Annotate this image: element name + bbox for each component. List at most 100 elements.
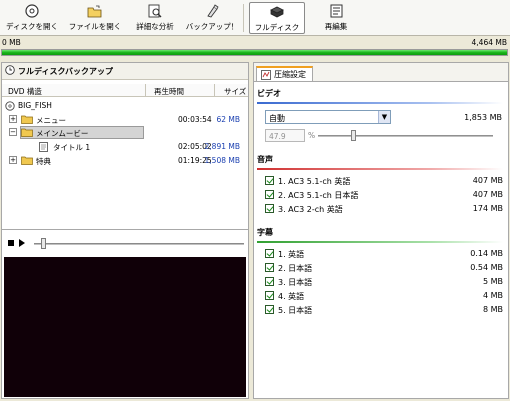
subtitle-label: 5. 日本語 (278, 306, 313, 315)
seek-track[interactable] (34, 243, 244, 245)
folder-icon (21, 156, 33, 165)
tree-item-label: タイトル 1 (53, 143, 91, 152)
tree-item-menu[interactable]: + メニュー 00:03:54 62 MB (2, 113, 248, 126)
quality-slider-track[interactable] (318, 135, 493, 137)
capacity-total-label: 4,464 MB (471, 38, 507, 47)
audio-track-checkbox[interactable] (265, 176, 274, 185)
play-icon[interactable] (19, 239, 25, 247)
full-disc-button[interactable]: フルディスク (249, 2, 305, 34)
audio-track-checkbox[interactable] (265, 204, 274, 213)
subtitle-row[interactable]: 1. 英語 0.14 MB (265, 248, 503, 260)
subtitle-checkbox[interactable] (265, 305, 274, 314)
subtitle-row[interactable]: 4. 英語 4 MB (265, 290, 503, 302)
full-disc-backup-panel: フルディスクバックアップ DVD 構造 再生時間 サイズ BIG_FISH + … (1, 62, 249, 399)
video-preview (4, 257, 246, 397)
full-disc-icon (269, 5, 285, 19)
expand-icon[interactable]: + (9, 115, 17, 123)
tree-item-title-1[interactable]: タイトル 1 02:05:02 2,891 MB (2, 140, 248, 153)
tree-item-label: メニュー (36, 116, 66, 125)
disc-icon (24, 4, 40, 18)
open-disc-label: ディスクを開く (6, 22, 58, 31)
video-section-title: ビデオ (257, 89, 281, 98)
stop-icon[interactable] (8, 240, 14, 246)
subtitle-checkbox[interactable] (265, 277, 274, 286)
tree-item-size: 2,891 MB (204, 142, 240, 151)
tab-compression-settings[interactable]: 圧縮設定 (256, 66, 313, 81)
subtitle-label: 3. 日本語 (278, 278, 313, 287)
column-size[interactable]: サイズ (224, 86, 246, 97)
subtitle-checkbox[interactable] (265, 263, 274, 272)
subtitle-label: 2. 日本語 (278, 264, 313, 273)
open-file-button[interactable]: ファイルを開く (68, 2, 122, 34)
quality-percent-value: 47.9 (269, 132, 286, 141)
section-divider (257, 241, 503, 243)
detailed-analysis-label: 詳細な分析 (136, 22, 174, 31)
detailed-analysis-button[interactable]: 詳細な分析 (132, 2, 178, 34)
subtitle-label: 4. 英語 (278, 292, 305, 301)
seek-slider-thumb[interactable] (41, 238, 46, 249)
open-file-label: ファイルを開く (68, 22, 122, 31)
section-divider (257, 102, 503, 104)
expand-icon[interactable]: + (9, 156, 17, 164)
percent-unit-label: % (308, 131, 316, 140)
capacity-min-label: 0 MB (2, 38, 21, 47)
audio-track-row[interactable]: 3. AC3 2-ch 英語 174 MB (265, 203, 503, 215)
audio-track-label: 3. AC3 2-ch 英語 (278, 205, 343, 214)
settings-panel: 圧縮設定 ビデオ 自動 ▼ 1,853 MB 47.9 % 音声 1. AC3 … (253, 62, 509, 399)
subtitles-section-title: 字幕 (257, 228, 273, 237)
settings-icon (261, 69, 271, 80)
video-mode-select[interactable]: 自動 ▼ (265, 110, 391, 124)
backup-button[interactable]: バックアップ！ (185, 2, 239, 34)
tree-item-label: 特典 (36, 157, 51, 166)
chevron-down-icon[interactable]: ▼ (378, 111, 390, 123)
subtitle-checkbox[interactable] (265, 291, 274, 300)
tree-item-root[interactable]: BIG_FISH (2, 99, 248, 112)
column-divider (214, 84, 215, 97)
analysis-icon (147, 4, 163, 18)
folder-icon (21, 128, 33, 137)
disc-icon (5, 101, 17, 111)
audio-track-checkbox[interactable] (265, 190, 274, 199)
column-dvd-structure[interactable]: DVD 構造 (8, 86, 42, 97)
subtitle-checkbox[interactable] (265, 249, 274, 258)
tree-item-label: BIG_FISH (18, 101, 52, 110)
backup-label: バックアップ！ (185, 22, 239, 31)
audio-track-row[interactable]: 1. AC3 5.1-ch 英語 407 MB (265, 175, 503, 187)
quality-slider-thumb[interactable] (351, 130, 356, 141)
subtitle-row[interactable]: 3. 日本語 5 MB (265, 276, 503, 288)
collapse-icon[interactable]: − (9, 128, 17, 136)
clock-icon (5, 65, 15, 77)
column-divider (145, 84, 146, 97)
open-disc-button[interactable]: ディスクを開く (6, 2, 58, 34)
audio-track-label: 2. AC3 5.1-ch 日本語 (278, 191, 359, 200)
reauthor-button[interactable]: 再編集 (314, 2, 358, 34)
reauthor-label: 再編集 (324, 22, 348, 31)
tree-item-label: メインムービー (36, 129, 89, 138)
subtitle-size: 5 MB (482, 277, 503, 286)
quality-percent-input[interactable]: 47.9 (265, 129, 305, 142)
section-divider (257, 168, 503, 170)
audio-track-size: 407 MB (472, 190, 503, 199)
player-controls (2, 235, 248, 253)
divider (2, 229, 248, 230)
tree-item-main-movie[interactable]: − メインムービー (2, 126, 248, 139)
reauthor-icon (328, 4, 344, 18)
panel-title: フルディスクバックアップ (18, 66, 114, 76)
tab-label: 圧縮設定 (274, 70, 306, 79)
tree-item-extras[interactable]: + 特典 01:19:25 1,508 MB (2, 154, 248, 167)
subtitle-row[interactable]: 2. 日本語 0.54 MB (265, 262, 503, 274)
column-play-time[interactable]: 再生時間 (154, 86, 184, 97)
capacity-bar (1, 49, 508, 56)
toolbar-separator (243, 4, 244, 32)
tree-item-size: 62 MB (216, 115, 240, 124)
toolbar: ディスクを開く ファイルを開く 詳細な分析 バックアップ！ フルディスク 再編集 (0, 0, 510, 36)
folder-open-icon (87, 4, 103, 18)
audio-track-row[interactable]: 2. AC3 5.1-ch 日本語 407 MB (265, 189, 503, 201)
audio-track-size: 174 MB (472, 204, 503, 213)
document-icon (39, 142, 51, 152)
audio-track-label: 1. AC3 5.1-ch 英語 (278, 177, 351, 186)
video-mode-value: 自動 (269, 114, 285, 123)
capacity-fill (2, 50, 507, 55)
folder-icon (21, 115, 33, 124)
subtitle-row[interactable]: 5. 日本語 8 MB (265, 304, 503, 316)
